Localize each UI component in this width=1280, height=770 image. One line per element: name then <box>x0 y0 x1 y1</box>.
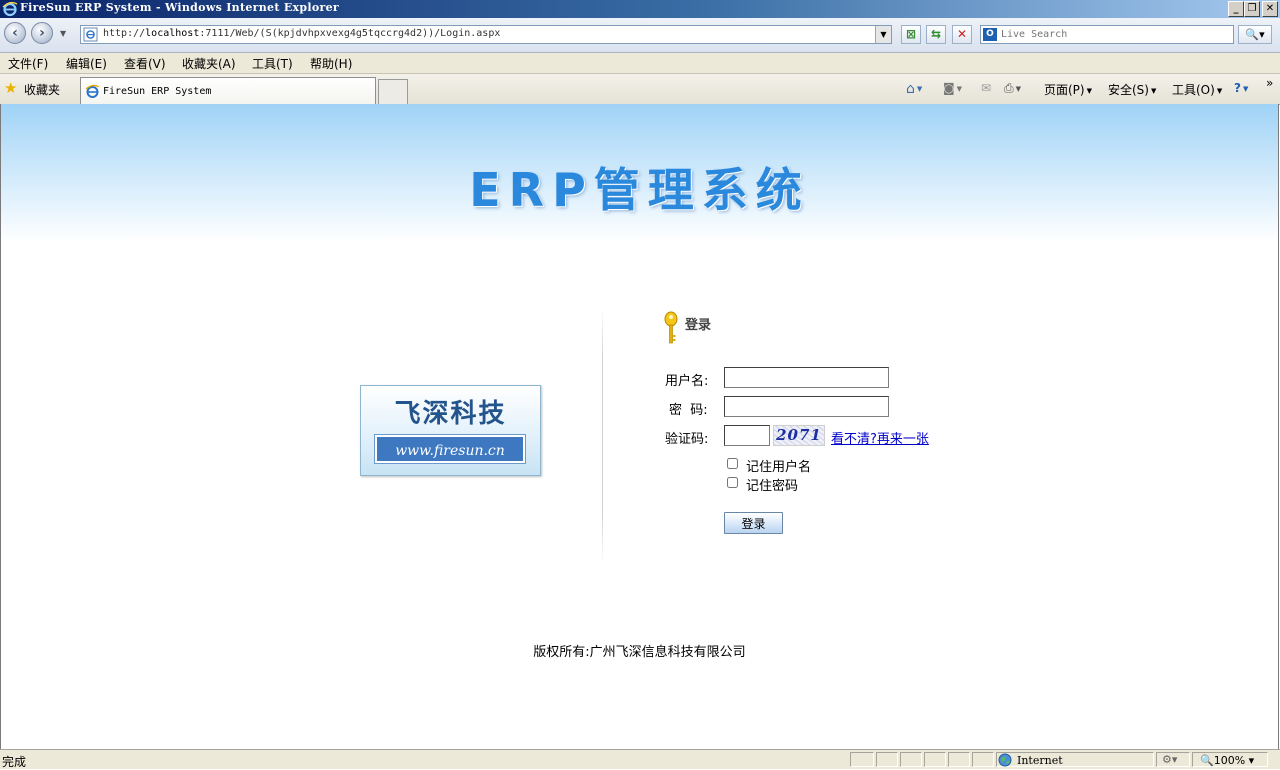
status-pane <box>948 752 970 767</box>
remember-password-checkbox[interactable] <box>727 477 738 488</box>
status-pane <box>924 752 946 767</box>
favorites-button[interactable]: 收藏夹 <box>24 81 60 98</box>
copyright-text: 版权所有:广州飞深信息科技有限公司 <box>533 645 746 660</box>
remember-username-checkbox[interactable] <box>727 458 738 469</box>
banner-title: ERP管理系统 <box>469 163 810 217</box>
login-heading: 登录 <box>685 318 712 333</box>
minimize-button[interactable]: _ <box>1228 1 1244 17</box>
protected-mode-icon[interactable]: ⚙▾ <box>1162 753 1177 766</box>
header-banner: ERP管理系统 <box>1 104 1278 242</box>
login-button[interactable]: 登录 <box>724 512 783 534</box>
logo-company-name: 飞深科技 <box>394 399 507 429</box>
captcha-label: 验证码: <box>665 432 709 447</box>
tools-menu[interactable]: 工具(O) ▼ <box>1172 81 1222 98</box>
menu-edit[interactable]: 编辑(E) <box>66 55 107 72</box>
globe-icon <box>998 753 1012 767</box>
forward-button[interactable]: › <box>31 22 53 44</box>
company-logo: 飞深科技 www.firesun.cn <box>360 385 541 476</box>
stop-icon[interactable]: ✕ <box>952 25 972 44</box>
history-dropdown-icon[interactable]: ▼ <box>60 29 66 38</box>
search-button[interactable]: 🔍▾ <box>1238 25 1272 44</box>
captcha-image[interactable]: 2071 <box>773 425 825 446</box>
ie-page-icon <box>85 84 100 98</box>
close-window-button[interactable]: ✕ <box>1262 1 1278 17</box>
favorites-star-icon[interactable]: ★ <box>4 81 17 96</box>
window-title: FireSun ERP System - Windows Internet Ex… <box>20 1 339 14</box>
page-icon <box>83 27 98 42</box>
safety-menu[interactable]: 安全(S) ▼ <box>1108 81 1156 98</box>
status-pane <box>850 752 874 767</box>
remember-username-label: 记住用户名 <box>746 460 812 475</box>
new-tab-button[interactable] <box>378 79 408 104</box>
menu-tools[interactable]: 工具(T) <box>252 55 293 72</box>
tab-title: FireSun ERP System <box>103 86 212 97</box>
status-pane <box>972 752 994 767</box>
password-input[interactable] <box>724 396 889 417</box>
restore-button[interactable]: ❐ <box>1244 1 1260 17</box>
window-titlebar: FireSun ERP System - Windows Internet Ex… <box>0 0 1280 18</box>
remember-password-label: 记住密码 <box>746 479 799 494</box>
page-viewport: ERP管理系统 飞深科技 www.firesun.cn 登录 用户名: 密 码:… <box>0 104 1279 749</box>
search-box[interactable]: O <box>980 25 1234 44</box>
status-text: 完成 <box>2 755 27 769</box>
zoom-level[interactable]: 🔍100% ▾ <box>1200 754 1254 767</box>
password-label: 密 码: <box>669 403 708 418</box>
refresh-icon[interactable]: ⇆ <box>926 25 946 44</box>
captcha-refresh-link[interactable]: 看不清?再来一张 <box>831 428 929 447</box>
menu-favorites[interactable]: 收藏夹(A) <box>182 55 236 72</box>
logo-url: www.firesun.cn <box>375 435 525 463</box>
help-icon[interactable]: ? ▼ <box>1234 81 1248 95</box>
compatibility-icon[interactable]: ⊠ <box>901 25 921 44</box>
vertical-divider <box>602 307 603 565</box>
menu-help[interactable]: 帮助(H) <box>310 55 352 72</box>
address-url: http://localhost:7111/Web/(S(kpjdvhpxvex… <box>103 28 501 39</box>
search-input[interactable] <box>1001 27 1226 41</box>
tab-command-bar: ★ 收藏夹 FireSun ERP System ⌂ ▼ ◙ ▼ ✉ ⎙ ▼ 页面(P… <box>0 74 1280 105</box>
live-search-icon: O <box>983 28 997 41</box>
status-pane <box>900 752 922 767</box>
page-menu[interactable]: 页面(P) ▼ <box>1044 81 1092 98</box>
username-label: 用户名: <box>665 374 709 389</box>
mail-icon[interactable]: ✉ <box>981 81 991 95</box>
ie-logo-icon <box>2 1 18 17</box>
username-input[interactable] <box>724 367 889 388</box>
captcha-input[interactable] <box>724 425 770 446</box>
status-bar: 完成 Internet ⚙▾ 🔍100% ▾ <box>0 749 1280 769</box>
address-dropdown-icon[interactable]: ▼ <box>875 26 891 43</box>
menu-view[interactable]: 查看(V) <box>124 55 166 72</box>
menu-file[interactable]: 文件(F) <box>8 55 48 72</box>
address-bar[interactable]: http://localhost:7111/Web/(S(kpjdvhpxvex… <box>80 25 892 44</box>
menu-bar: 文件(F) 编辑(E) 查看(V) 收藏夹(A) 工具(T) 帮助(H) <box>0 53 1280 74</box>
chevron-more-icon[interactable]: » <box>1266 76 1273 90</box>
feeds-icon[interactable]: ◙ ▼ <box>943 81 962 95</box>
key-icon <box>664 311 678 344</box>
print-icon[interactable]: ⎙ ▼ <box>1004 81 1021 96</box>
address-toolbar: ‹ › ▼ http://localhost:7111/Web/(S(kpjdv… <box>0 18 1280 53</box>
status-pane <box>876 752 898 767</box>
zone-label: Internet <box>1017 754 1063 767</box>
back-button[interactable]: ‹ <box>4 22 26 44</box>
home-icon[interactable]: ⌂ ▼ <box>906 81 922 97</box>
tab-firesun[interactable]: FireSun ERP System <box>80 77 376 104</box>
